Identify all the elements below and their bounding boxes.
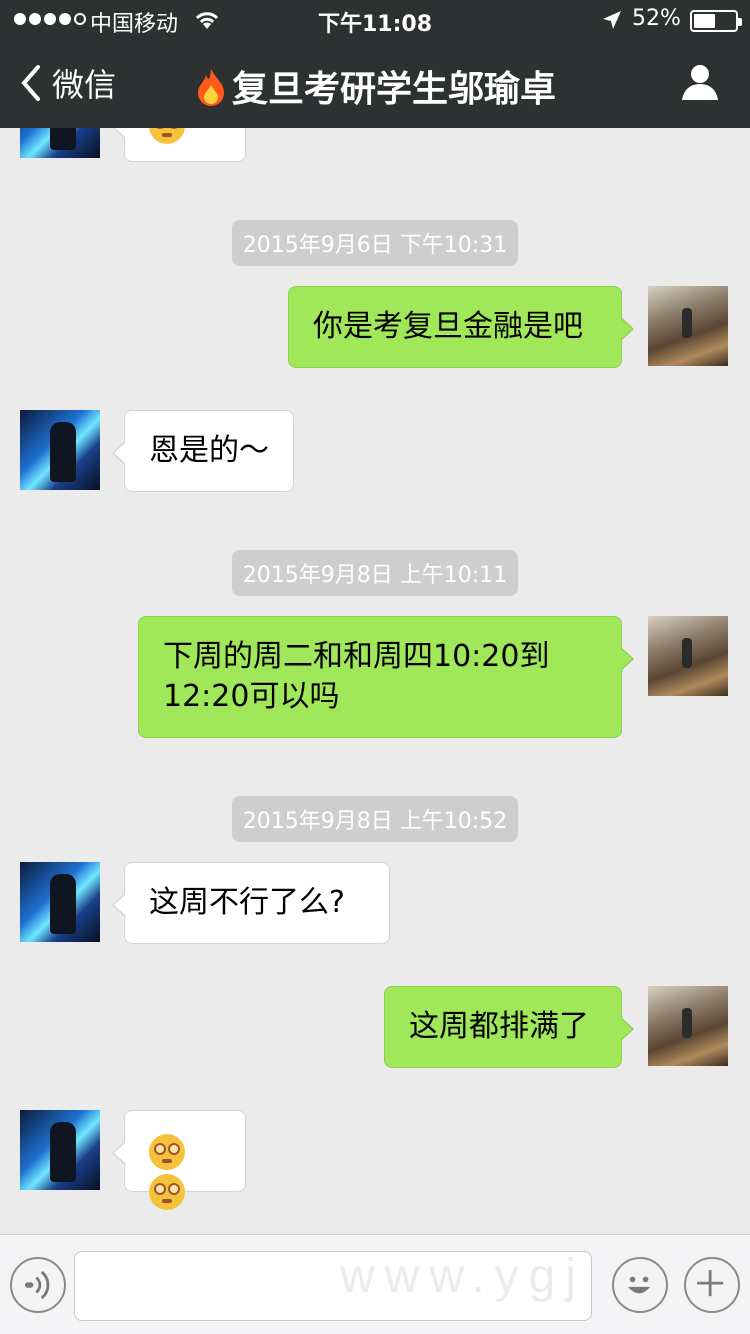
top-bar: 中国移动 下午11:08 52% 微信 复旦考研学生邬瑜卓 [0, 0, 750, 128]
contact-avatar[interactable] [20, 128, 100, 158]
chat-area[interactable]: 2015年9月6日 下午10:31 你是考复旦金融是吧 恩是的～ 2015年9月… [0, 128, 750, 1234]
timestamp: 2015年9月8日 上午10:52 [0, 796, 750, 842]
my-avatar[interactable] [648, 616, 728, 696]
nav-bar: 微信 复旦考研学生邬瑜卓 [0, 40, 750, 128]
fire-icon [197, 69, 224, 106]
plus-icon [697, 1270, 724, 1297]
message-input[interactable] [74, 1251, 592, 1321]
message-bubble-sent[interactable]: 你是考复旦金融是吧 [288, 286, 634, 368]
timestamp: 2015年9月8日 上午10:11 [0, 550, 750, 596]
my-avatar[interactable] [648, 286, 728, 366]
emoji-button[interactable] [612, 1257, 668, 1313]
message-bubble-received[interactable]: 这周不行了么? [112, 862, 390, 944]
input-bar: www.ygj [0, 1234, 750, 1334]
voice-icon [25, 1270, 50, 1300]
dizzy-face-emoji-icon [149, 1133, 185, 1170]
chat-title: 复旦考研学生邬瑜卓 [0, 60, 750, 112]
chat-title-text: 复旦考研学生邬瑜卓 [231, 69, 556, 110]
my-avatar[interactable] [648, 986, 728, 1066]
smiley-icon [627, 1276, 651, 1294]
message-bubble-sent[interactable]: 这周都排满了 [384, 986, 634, 1068]
message-bubble-sent[interactable]: 下周的周二和和周四10:20到12:20可以吗 [138, 616, 634, 738]
more-options-button[interactable] [684, 1257, 740, 1313]
message-bubble-received[interactable] [112, 1110, 246, 1210]
contact-avatar[interactable] [20, 1110, 100, 1190]
emoji-icon [149, 128, 185, 144]
timestamp: 2015年9月6日 下午10:31 [0, 220, 750, 266]
battery-fill [694, 14, 715, 28]
battery-percent: 52% [632, 6, 681, 31]
message-bubble-partial [112, 128, 246, 162]
contact-avatar[interactable] [20, 410, 100, 490]
location-arrow-icon [603, 11, 621, 29]
dizzy-face-emoji-icon [149, 1173, 185, 1210]
battery-icon [690, 10, 742, 32]
person-icon[interactable] [680, 62, 720, 102]
contact-avatar[interactable] [20, 862, 100, 942]
message-bubble-received[interactable]: 恩是的～ [112, 410, 294, 492]
status-bar: 中国移动 下午11:08 52% [0, 0, 750, 40]
voice-button[interactable] [10, 1257, 66, 1313]
